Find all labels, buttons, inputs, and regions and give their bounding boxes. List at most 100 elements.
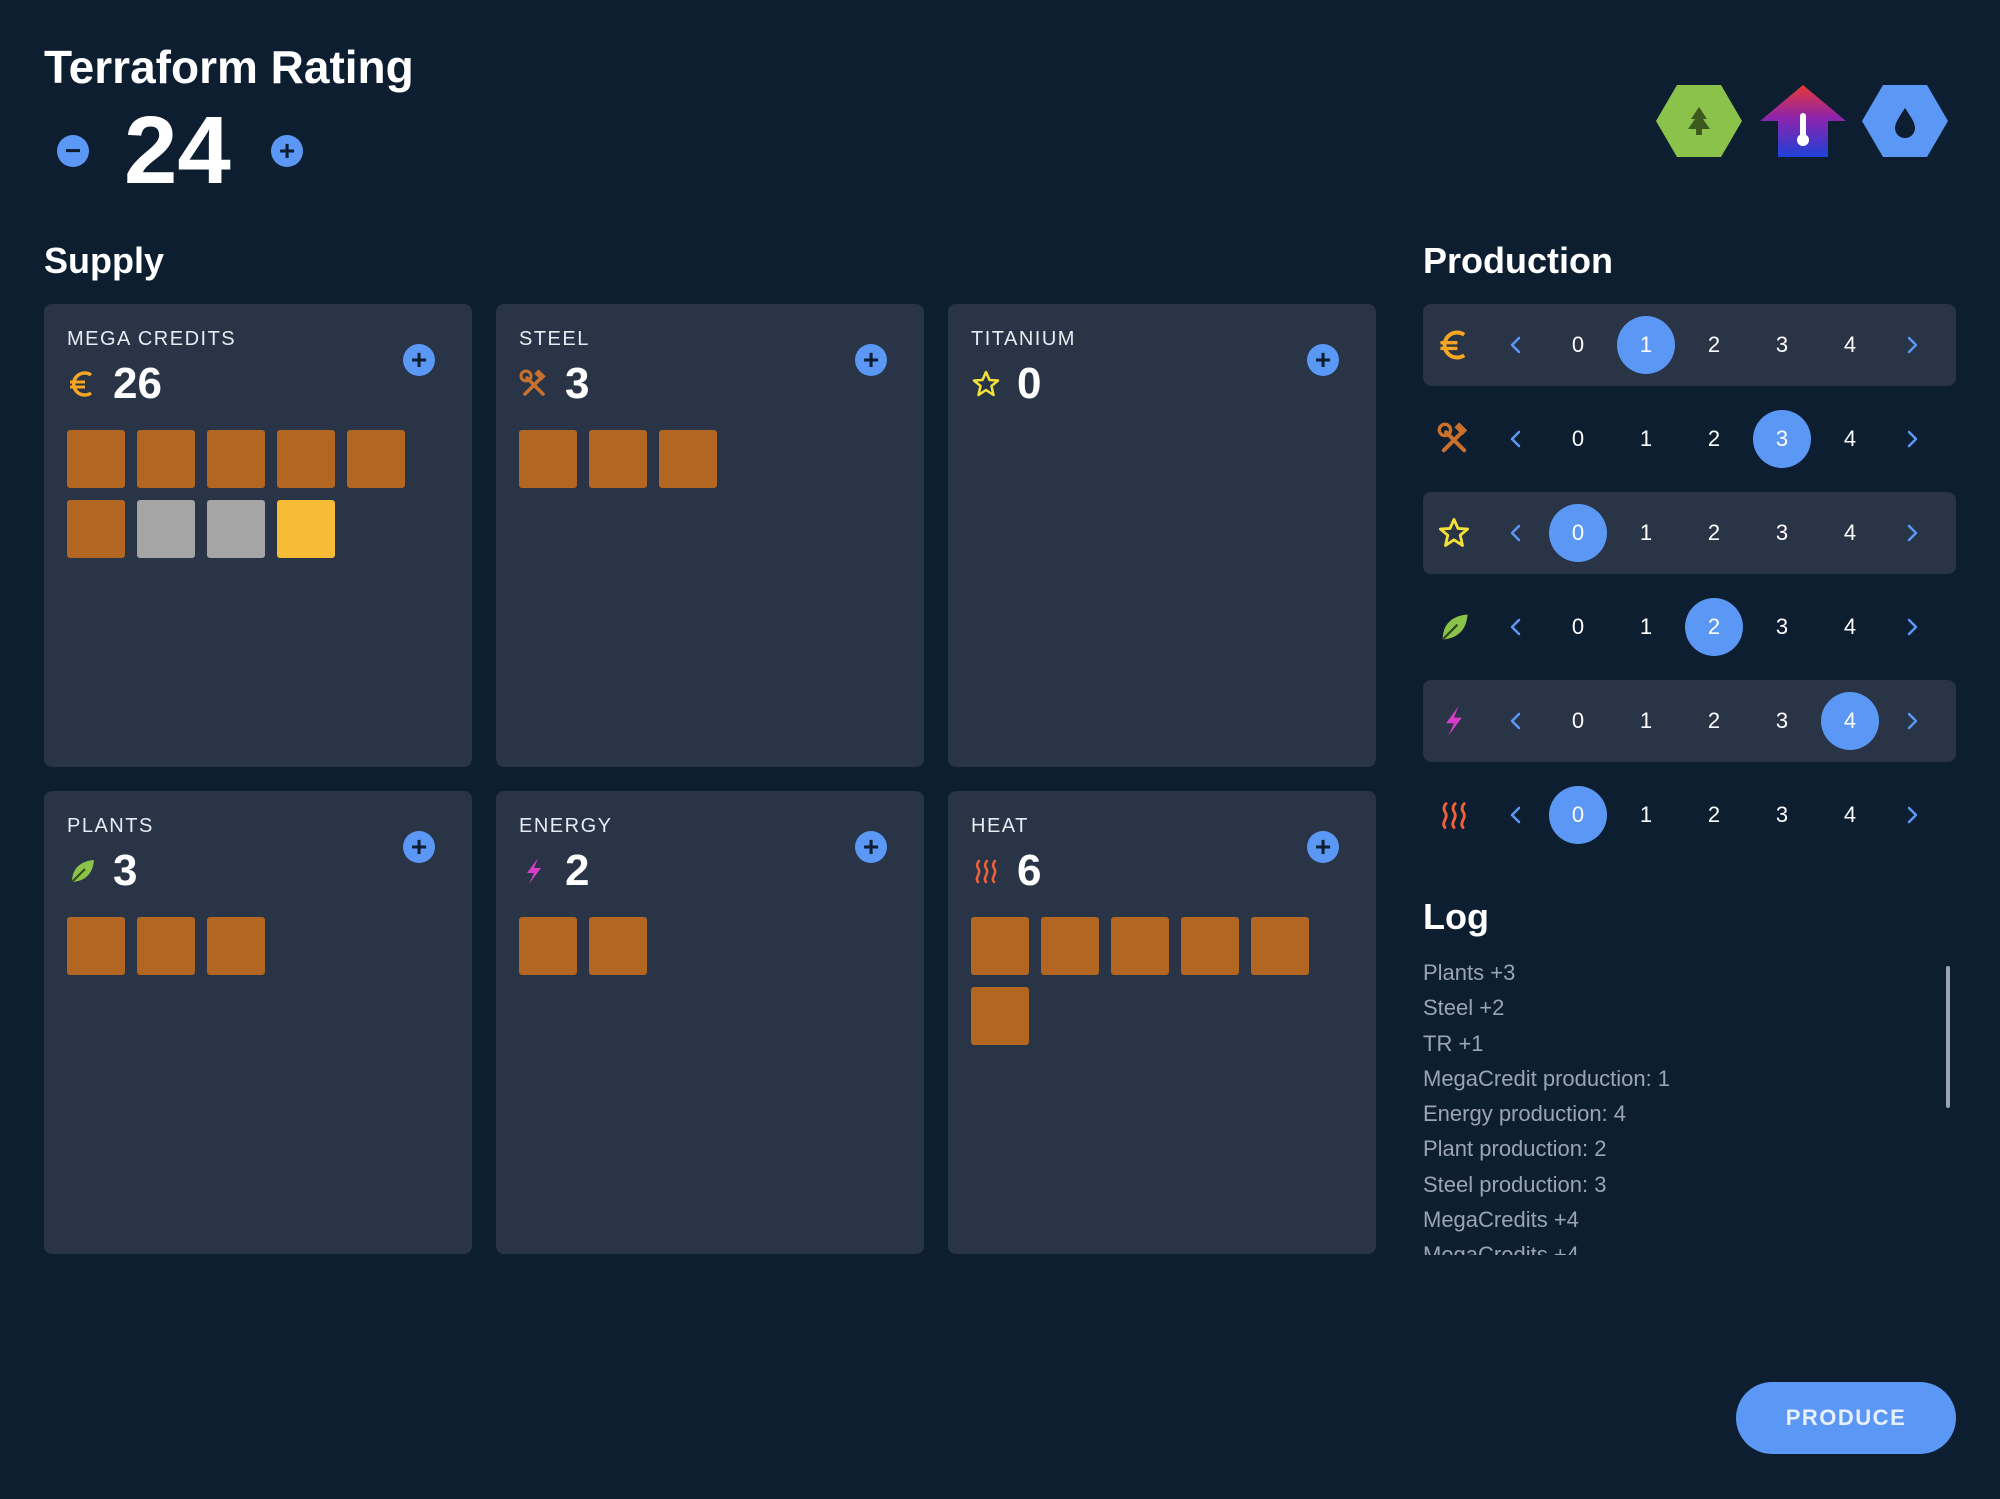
production-row-steel: 01234 (1423, 398, 1956, 480)
add-energy-button[interactable]: + (855, 831, 887, 863)
production-option-1[interactable]: 1 (1617, 410, 1675, 468)
supply-card-mega-credits: MEGA CREDITS 26 + (44, 304, 472, 767)
production-row-plants: 01234 (1423, 586, 1956, 668)
log-entry: MegaCredits +4 (1423, 1207, 1579, 1233)
increase-production-button[interactable] (1897, 706, 1927, 736)
production-option-4[interactable]: 4 (1821, 316, 1879, 374)
production-option-2[interactable]: 2 (1685, 786, 1743, 844)
card-value: 0 (1017, 359, 1042, 408)
production-row-energy: 01234 (1423, 680, 1956, 762)
production-option-4[interactable]: 4 (1821, 786, 1879, 844)
production-option-0[interactable]: 0 (1549, 692, 1607, 750)
production-option-1[interactable]: 1 (1617, 598, 1675, 656)
bronze-cube (1181, 917, 1239, 975)
log-entry: TR +1 (1423, 1030, 1484, 1056)
log-entry: Energy production: 4 (1423, 1101, 1627, 1127)
production-option-4[interactable]: 4 (1821, 598, 1879, 656)
decrease-production-button[interactable] (1501, 612, 1531, 642)
decrease-production-button[interactable] (1501, 518, 1531, 548)
production-option-0[interactable]: 0 (1549, 504, 1607, 562)
decrease-production-button[interactable] (1501, 800, 1531, 830)
production-option-1[interactable]: 1 (1617, 316, 1675, 374)
card-label: STEEL (519, 328, 590, 350)
card-value: 2 (565, 846, 590, 895)
heat-icon (975, 859, 997, 884)
terraform-rating-value: 24 (124, 97, 231, 204)
production-option-0[interactable]: 0 (1549, 598, 1607, 656)
increase-production-button[interactable] (1897, 424, 1927, 454)
card-value: 3 (565, 359, 590, 408)
production-option-4[interactable]: 4 (1821, 692, 1879, 750)
tr-decrease-button[interactable]: − (57, 135, 89, 167)
log-list: Plants +3 Steel +2 TR +1 MegaCredit product… (1423, 955, 1903, 1255)
increase-production-button[interactable] (1897, 518, 1927, 548)
increase-production-button[interactable] (1897, 612, 1927, 642)
production-option-3[interactable]: 3 (1753, 410, 1811, 468)
temperature-parameter-button[interactable] (1760, 83, 1846, 159)
production-option-1[interactable]: 1 (1617, 692, 1675, 750)
chevron-right-icon (1907, 712, 1918, 730)
add-steel-button[interactable]: + (855, 344, 887, 376)
supply-card-heat: HEAT 6 + (948, 791, 1376, 1254)
production-option-3[interactable]: 3 (1753, 786, 1811, 844)
production-option-3[interactable]: 3 (1753, 598, 1811, 656)
cube-list (519, 917, 879, 975)
bronze-cube (277, 430, 335, 488)
production-option-2[interactable]: 2 (1685, 598, 1743, 656)
production-option-4[interactable]: 4 (1821, 504, 1879, 562)
bronze-cube (1041, 917, 1099, 975)
decrease-production-button[interactable] (1501, 706, 1531, 736)
bronze-cube (207, 430, 265, 488)
card-label: HEAT (971, 815, 1029, 837)
add-mega-credits-button[interactable]: + (403, 344, 435, 376)
production-option-1[interactable]: 1 (1617, 504, 1675, 562)
add-plants-button[interactable]: + (403, 831, 435, 863)
silver-cube (207, 500, 265, 558)
supply-card-steel: STEEL 3 + (496, 304, 924, 767)
decrease-production-button[interactable] (1501, 330, 1531, 360)
add-titanium-button[interactable]: + (1307, 344, 1339, 376)
log-title: Log (1423, 896, 1489, 937)
production-option-3[interactable]: 3 (1753, 316, 1811, 374)
oxygen-parameter-button[interactable] (1656, 83, 1742, 159)
leaf-icon (1441, 614, 1468, 641)
supply-title: Supply (44, 240, 165, 281)
tr-increase-button[interactable]: + (271, 135, 303, 167)
production-option-4[interactable]: 4 (1821, 410, 1879, 468)
produce-button[interactable]: PRODUCE (1736, 1382, 1956, 1454)
log-entry: Steel production: 3 (1423, 1171, 1607, 1197)
euro-icon (70, 371, 93, 397)
star-icon (972, 370, 1000, 397)
cube-list (971, 917, 1331, 1045)
log-entry: Plant production: 2 (1423, 1136, 1607, 1162)
production-option-3[interactable]: 3 (1753, 692, 1811, 750)
production-option-2[interactable]: 2 (1685, 410, 1743, 468)
card-label: TITANIUM (971, 328, 1076, 350)
production-option-3[interactable]: 3 (1753, 504, 1811, 562)
production-option-1[interactable]: 1 (1617, 786, 1675, 844)
production-option-2[interactable]: 2 (1685, 504, 1743, 562)
chevron-left-icon (1510, 806, 1521, 824)
thermometer-icon (1760, 85, 1846, 157)
log-entry: MegaCredit production: 1 (1423, 1065, 1671, 1091)
add-heat-button[interactable]: + (1307, 831, 1339, 863)
chevron-right-icon (1907, 618, 1918, 636)
ocean-parameter-button[interactable] (1862, 83, 1948, 159)
decrease-production-button[interactable] (1501, 424, 1531, 454)
log-entry: Plants +3 (1423, 960, 1516, 985)
increase-production-button[interactable] (1897, 800, 1927, 830)
production-option-0[interactable]: 0 (1549, 316, 1607, 374)
production-option-0[interactable]: 0 (1549, 786, 1607, 844)
production-option-2[interactable]: 2 (1685, 692, 1743, 750)
supply-card-plants: PLANTS 3 + (44, 791, 472, 1254)
bronze-cube (589, 430, 647, 488)
log-scrollbar[interactable] (1946, 966, 1950, 1108)
chevron-right-icon (1907, 336, 1918, 354)
bronze-cube (137, 430, 195, 488)
bronze-cube (519, 430, 577, 488)
supply-card-titanium: TITANIUM 0 + (948, 304, 1376, 767)
production-option-0[interactable]: 0 (1549, 410, 1607, 468)
increase-production-button[interactable] (1897, 330, 1927, 360)
production-option-2[interactable]: 2 (1685, 316, 1743, 374)
cube-list (519, 430, 879, 488)
